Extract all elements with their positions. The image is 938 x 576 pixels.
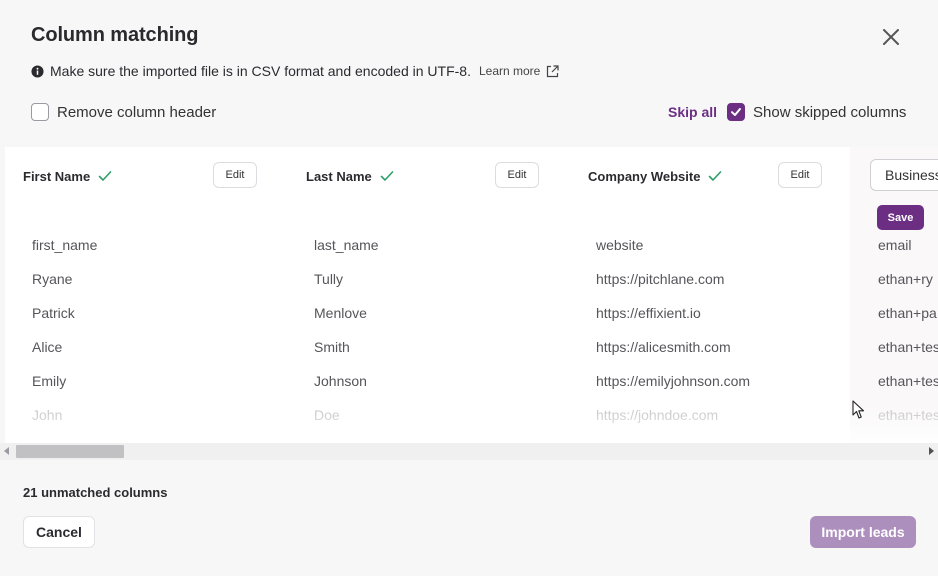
table-cell: https://alicesmith.com (596, 339, 731, 355)
show-skipped-columns-checkbox[interactable] (727, 103, 745, 121)
table-cell: Ryane (32, 271, 73, 287)
table-cell: ethan+tes (878, 339, 938, 355)
table-cell: last_name (314, 237, 379, 253)
unmatched-columns-count: 21 unmatched columns (23, 485, 168, 500)
save-button[interactable]: Save (877, 205, 924, 230)
show-skipped-columns-label: Show skipped columns (753, 103, 907, 121)
column-header-company-website: Company Website (588, 163, 722, 189)
table-cell: John (32, 407, 63, 423)
column-matching-dialog: Column matching Make sure the imported f… (0, 0, 938, 576)
table-cell: Menlove (314, 305, 367, 321)
table-cell: Smith (314, 339, 350, 355)
edit-button[interactable]: Edit (495, 162, 539, 188)
table-cell: ethan+tes (878, 373, 938, 389)
scroll-left-arrow-icon[interactable] (4, 447, 9, 455)
table-cell: Emily (32, 373, 67, 389)
table-cell: first_name (32, 237, 98, 253)
info-icon (31, 64, 44, 78)
table-cell: Doe (314, 407, 340, 423)
external-link-icon (547, 64, 559, 77)
show-skipped-columns-option[interactable]: Show skipped columns (727, 103, 906, 121)
table-cell: email (878, 237, 912, 253)
table-cell: https://johndoe.com (596, 407, 719, 423)
table-cell: ethan+pa (878, 305, 937, 321)
scrollbar-thumb[interactable] (16, 445, 124, 458)
table-cell: Tully (314, 271, 344, 287)
table-cell: ethan+tes (878, 407, 938, 423)
edit-button[interactable]: Edit (778, 162, 822, 188)
cancel-button[interactable]: Cancel (23, 516, 95, 548)
check-icon (380, 171, 394, 181)
check-icon (731, 108, 741, 116)
column-header-label: Company Website (588, 168, 701, 184)
table-cell: Johnson (314, 373, 367, 389)
table-cell: Patrick (32, 305, 75, 321)
column-header-first-name: First Name (23, 163, 112, 189)
horizontal-scrollbar[interactable] (0, 443, 938, 460)
remove-column-header-option[interactable]: Remove column header (31, 103, 216, 121)
skip-all-button[interactable]: Skip all (668, 104, 717, 120)
import-leads-button[interactable]: Import leads (810, 516, 916, 548)
table-cell: https://emilyjohnson.com (596, 373, 751, 389)
column-header-label: Last Name (306, 168, 372, 184)
info-text: Make sure the imported file is in CSV fo… (50, 63, 471, 79)
column-header-label: First Name (23, 168, 91, 184)
learn-more-label: Learn more (478, 64, 541, 78)
table-cell: Alice (32, 339, 63, 355)
info-message: Make sure the imported file is in CSV fo… (31, 62, 559, 80)
scroll-right-arrow-icon[interactable] (929, 447, 934, 455)
table-cell: https://pitchlane.com (596, 271, 725, 287)
check-icon (709, 171, 722, 181)
remove-column-header-checkbox[interactable] (31, 103, 49, 121)
column-field-select-value: Business (885, 167, 938, 183)
table-cell: https://effixient.io (596, 305, 701, 321)
edit-button[interactable]: Edit (213, 162, 257, 188)
remove-column-header-label: Remove column header (57, 103, 217, 121)
dialog-title: Column matching (31, 24, 199, 46)
column-mapping-table: First Name Edit Last Name Edit Company W… (5, 147, 938, 443)
column-header-last-name: Last Name (306, 163, 394, 189)
table-cell: website (596, 237, 644, 253)
column-field-select[interactable]: Business (870, 159, 938, 191)
learn-more-link[interactable]: Learn more (479, 64, 559, 78)
close-icon[interactable] (880, 26, 902, 48)
table-cell: ethan+ry (878, 271, 933, 287)
check-icon (98, 171, 112, 181)
mouse-cursor-icon (852, 400, 865, 419)
